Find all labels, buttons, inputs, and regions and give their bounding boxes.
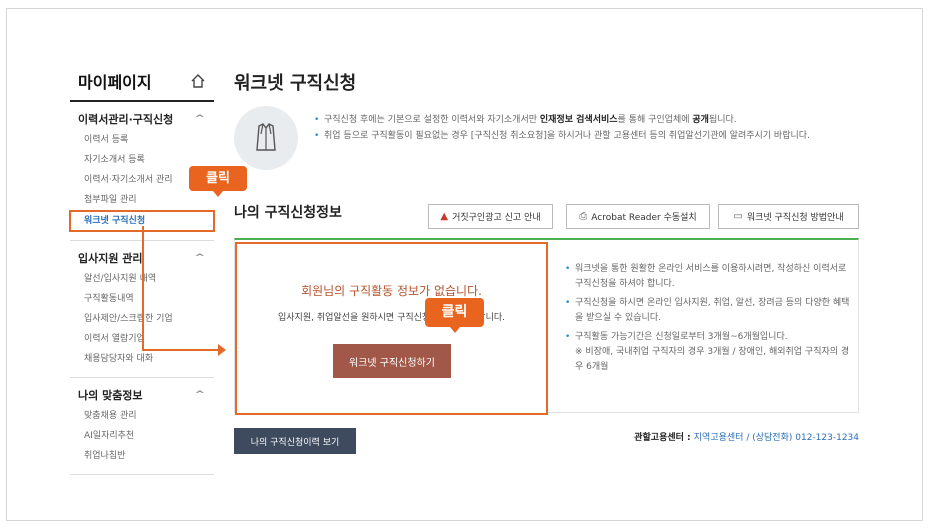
- fake-ad-report-button[interactable]: ▲ 거짓구인광고 신고 안내: [428, 204, 553, 229]
- notice-icon-container: [234, 106, 298, 170]
- sidebar-item-attachment-manage[interactable]: 첨부파일 관리: [70, 190, 214, 210]
- job-center-link[interactable]: 지역고용센터: [694, 433, 744, 443]
- empty-state-title: 회원님의 구직활동 정보가 없습니다.: [301, 284, 482, 298]
- guide-arrow-horizontal: [142, 349, 220, 351]
- printer-icon: ⎙: [579, 211, 588, 222]
- info-note: ※ 비장애, 국내취업 구직자의 경우 3개월 / 장애인, 해외취업 구직자의…: [575, 347, 850, 372]
- section-title: 나의 구직신청정보: [234, 205, 342, 221]
- empty-state-subtitle: 입사지원, 취업알선을 원하시면 구직신청을 하시기 바랍니다.: [277, 313, 506, 323]
- info-list: 워크넷을 통한 원활한 온라인 서비스를 이용하시려면, 작성하신 이력서로 구…: [565, 262, 857, 379]
- info-item: 구직활동 가능기간은 신청일로부터 3개월~6개월입니다. ※ 비장애, 국내취…: [565, 330, 857, 375]
- click-callout-sidebar: 클릭: [189, 166, 247, 197]
- notice-item: 취업 등으로 구직활동이 필요없는 경우 [구직신청 취소요청]을 하시거나 관…: [314, 128, 862, 144]
- guide-arrow-head: [218, 344, 226, 356]
- alert-icon: ▲: [440, 211, 449, 222]
- worknet-apply-button[interactable]: 워크넷 구직신청하기: [333, 344, 451, 378]
- apply-history-button[interactable]: 나의 구직신청이력 보기: [234, 428, 356, 454]
- chevron-up-icon: ^: [194, 114, 206, 124]
- job-center-info: 관할고용센터 : 지역고용센터 / (상담전화) 012-123-1234: [634, 433, 859, 443]
- sidebar-item-custom-recruit[interactable]: 맞춤채용 관리: [70, 406, 214, 426]
- acrobat-install-button[interactable]: ⎙ Acrobat Reader 수동설치: [566, 204, 710, 229]
- sidebar-item-ai-recommend[interactable]: AI일자리추천: [70, 426, 214, 446]
- sidebar-title: 마이페이지: [78, 73, 152, 92]
- guide-arrow-vertical: [142, 226, 144, 350]
- apply-info-panel: 회원님의 구직활동 정보가 없습니다. 입사지원, 취업알선을 원하시면 구직신…: [234, 238, 859, 415]
- shirt-icon: [256, 123, 276, 151]
- sidebar-group-custom: 나의 맞춤정보 ^ 맞춤채용 관리 AI일자리추천 취업나침반: [70, 378, 214, 475]
- sidebar-item-recruiter-chat[interactable]: 채용담당자와 대화: [70, 349, 214, 369]
- notice-item: 구직신청 후에는 기본으로 설정한 이력서와 자기소개서만 인재정보 검색서비스…: [314, 112, 862, 128]
- folder-icon: ▭: [733, 211, 743, 222]
- apply-guide-button[interactable]: ▭ 워크넷 구직신청 방법안내: [718, 204, 859, 229]
- home-icon[interactable]: [188, 71, 208, 91]
- info-item: 구직신청을 하시면 온라인 입사지원, 취업, 알선, 장려금 등의 다양한 혜…: [565, 296, 857, 326]
- sidebar-header: 마이페이지: [70, 62, 214, 102]
- empty-state-box: 회원님의 구직활동 정보가 없습니다. 입사지원, 취업알선을 원하시면 구직신…: [235, 242, 548, 415]
- info-item: 워크넷을 통한 원활한 온라인 서비스를 이용하시려면, 작성하신 이력서로 구…: [565, 262, 857, 292]
- chevron-up-icon: ^: [194, 390, 206, 400]
- sidebar-item-career-compass[interactable]: 취업나침반: [70, 446, 214, 466]
- click-callout-panel: 클릭: [425, 298, 484, 333]
- job-center-phone: (상담전화) 012-123-1234: [752, 433, 859, 443]
- page-title: 워크넷 구직신청: [234, 73, 357, 94]
- chevron-up-icon: ^: [194, 253, 206, 263]
- sidebar-group-header[interactable]: 이력서관리·구직신청 ^: [70, 108, 214, 130]
- notice-list: 구직신청 후에는 기본으로 설정한 이력서와 자기소개서만 인재정보 검색서비스…: [314, 112, 862, 144]
- sidebar-item-resume-register[interactable]: 이력서 등록: [70, 130, 214, 150]
- sidebar-group-header[interactable]: 나의 맞춤정보 ^: [70, 384, 214, 406]
